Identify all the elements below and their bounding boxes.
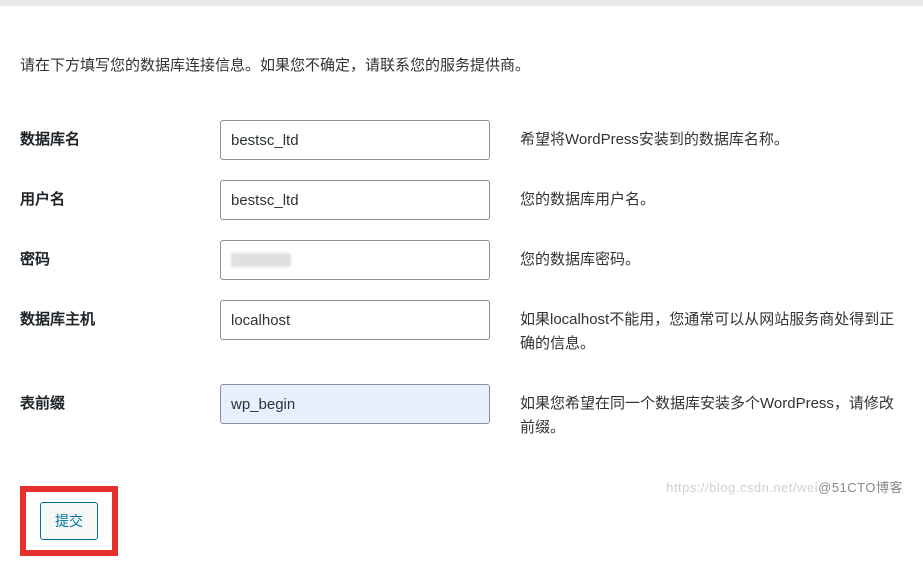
label-dbname: 数据库名 <box>20 110 220 170</box>
row-dbname: 数据库名 希望将WordPress安装到的数据库名称。 <box>20 110 903 170</box>
desc-dbname: 希望将WordPress安装到的数据库名称。 <box>520 110 903 170</box>
desc-prefix: 如果您希望在同一个数据库安装多个WordPress，请修改前缀。 <box>520 374 903 458</box>
password-mask <box>231 253 291 267</box>
intro-text: 请在下方填写您的数据库连接信息。如果您不确定，请联系您的服务提供商。 <box>20 54 903 75</box>
input-dbname[interactable] <box>220 120 490 160</box>
input-prefix[interactable] <box>220 384 490 424</box>
input-username[interactable] <box>220 180 490 220</box>
input-password[interactable] <box>220 240 490 280</box>
watermark-left: https://blog.csdn.net/wei <box>666 480 818 495</box>
watermark-right: @51CTO博客 <box>818 480 903 495</box>
desc-dbhost: 如果localhost不能用，您通常可以从网站服务商处得到正确的信息。 <box>520 290 903 374</box>
input-dbhost[interactable] <box>220 300 490 340</box>
db-config-table: 数据库名 希望将WordPress安装到的数据库名称。 用户名 您的数据库用户名… <box>20 110 903 458</box>
row-prefix: 表前缀 如果您希望在同一个数据库安装多个WordPress，请修改前缀。 <box>20 374 903 458</box>
label-prefix: 表前缀 <box>20 374 220 458</box>
label-username: 用户名 <box>20 170 220 230</box>
desc-username: 您的数据库用户名。 <box>520 170 903 230</box>
row-username: 用户名 您的数据库用户名。 <box>20 170 903 230</box>
label-password: 密码 <box>20 230 220 290</box>
row-dbhost: 数据库主机 如果localhost不能用，您通常可以从网站服务商处得到正确的信息… <box>20 290 903 374</box>
watermark: https://blog.csdn.net/wei@51CTO博客 <box>666 477 903 496</box>
submit-highlight-box: 提交 <box>20 486 118 556</box>
label-dbhost: 数据库主机 <box>20 290 220 374</box>
row-password: 密码 您的数据库密码。 <box>20 230 903 290</box>
desc-password: 您的数据库密码。 <box>520 230 903 290</box>
